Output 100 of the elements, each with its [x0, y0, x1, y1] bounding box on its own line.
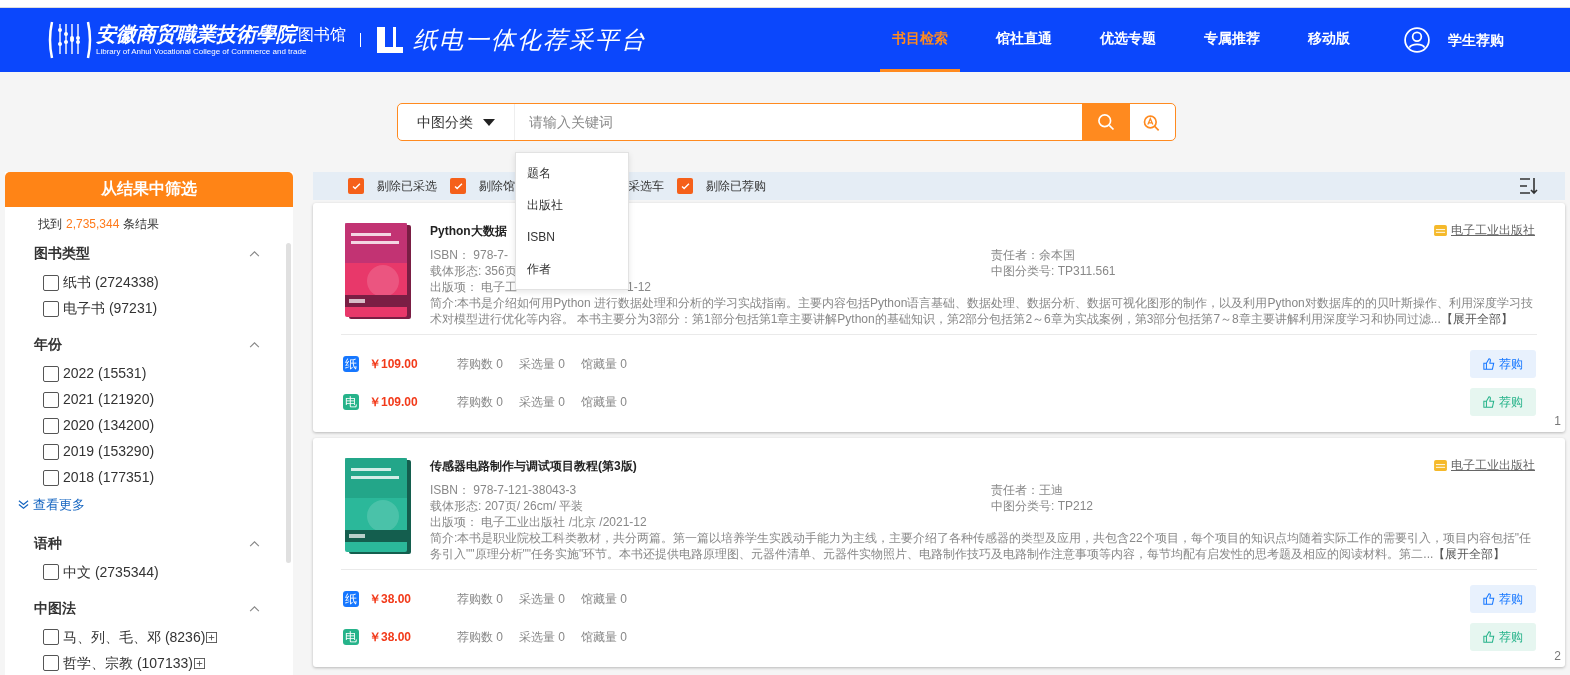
user-icon[interactable] — [1404, 27, 1430, 53]
recommend-button[interactable]: 荐购 — [1470, 585, 1536, 613]
filter-option[interactable]: 电子书 (97231) — [63, 298, 158, 319]
stat-count: 馆藏量 0 — [581, 356, 628, 373]
college-english-name: Library of Anhul Vocational College of Commerce and trade — [96, 46, 308, 58]
double-chevron-icon — [18, 498, 29, 510]
expand-plus-icon[interactable] — [193, 657, 205, 669]
menu-item[interactable]: 作者 — [516, 253, 628, 285]
nav-tab[interactable]: 优选专题 — [1088, 8, 1168, 72]
stat-count: 馆藏量 0 — [581, 591, 628, 608]
store-icon — [1434, 459, 1447, 471]
menu-item[interactable]: 出版社 — [516, 189, 628, 221]
checkbox[interactable] — [450, 178, 466, 194]
checkbox[interactable] — [43, 274, 59, 291]
checkbox[interactable] — [348, 178, 364, 194]
menu-item[interactable]: ISBN — [516, 221, 628, 253]
stat-count: 采选量 0 — [519, 394, 566, 411]
checkbox[interactable] — [43, 655, 59, 671]
price: ￥109.00 — [369, 394, 419, 411]
filter-toggle-label[interactable]: 剔除已荐购 — [706, 177, 766, 195]
filter-section-title: 图书类型 — [34, 244, 90, 263]
filter-section-title: 中图法 — [34, 598, 76, 618]
book-detail: 中图分类号: TP311.561 — [991, 263, 1117, 279]
book-detail: 1-12 — [627, 279, 652, 295]
edition-badge: 纸 — [343, 591, 359, 607]
filter-option[interactable]: 2021 (121920) — [63, 389, 155, 410]
filter-option[interactable]: 2022 (15531) — [63, 363, 147, 384]
publisher-link[interactable]: 电子工业出版社 — [1434, 456, 1535, 474]
book-title[interactable]: Python大数据 — [430, 223, 507, 239]
filter-option[interactable]: 2018 (177351) — [63, 467, 155, 488]
chevron-up-icon[interactable] — [249, 250, 260, 257]
check-icon — [452, 180, 464, 192]
publisher-link[interactable]: 电子工业出版社 — [1434, 221, 1535, 239]
filter-option[interactable]: 哲学、宗教 (107133) — [63, 652, 193, 674]
book-detail: 责任者：王迪 — [991, 482, 1064, 498]
filter-panel-header: 从结果中筛选 — [5, 172, 293, 207]
edition-badge: 纸 — [343, 356, 359, 372]
search-field[interactable]: 请输入关键词 — [514, 104, 1082, 140]
price: ￥109.00 — [369, 356, 419, 373]
expand-all-link[interactable]: 【展开全部】 — [1433, 547, 1506, 561]
category-select[interactable]: 中图分类 — [397, 104, 515, 140]
stat-count: 荐购数 0 — [457, 591, 503, 608]
filter-section-title: 年份 — [34, 335, 62, 354]
stat-count: 荐购数 0 — [457, 356, 503, 373]
nav-tab[interactable]: 专属推荐 — [1192, 8, 1272, 72]
checkbox[interactable] — [43, 365, 59, 382]
book-detail: ISBN： 978-7- — [430, 247, 509, 263]
book-detail: 出版项： 电子工 — [430, 279, 519, 295]
caret-icon — [482, 118, 495, 126]
expand-plus-icon[interactable] — [206, 631, 218, 643]
checkbox[interactable] — [43, 300, 59, 317]
nav-tab[interactable]: 移动版 — [1296, 8, 1362, 72]
filter-toggle-label[interactable]: 剔除已采选 — [377, 177, 437, 195]
sort-icon[interactable] — [1519, 177, 1539, 195]
checkbox[interactable] — [43, 391, 59, 408]
result-index: 1 — [1554, 413, 1561, 430]
checkbox[interactable] — [43, 629, 59, 645]
stat-count: 荐购数 0 — [457, 629, 503, 646]
book-title[interactable]: 传感器电路制作与调试项目教程(第3版) — [430, 458, 637, 474]
filter-option[interactable]: 2020 (134200) — [63, 415, 155, 436]
chevron-up-icon[interactable] — [249, 539, 260, 547]
checkbox[interactable] — [43, 443, 59, 460]
checkbox[interactable] — [43, 469, 59, 486]
show-more-link[interactable]: 查看更多 — [18, 494, 260, 514]
price: ￥38.00 — [369, 629, 413, 646]
filter-toggle-label[interactable]: 采选车 — [628, 177, 664, 195]
edition-badge: 电 — [343, 394, 359, 410]
platform-logo-icon — [375, 25, 405, 55]
chevron-up-icon[interactable] — [249, 604, 260, 612]
nav-tab[interactable]: 馆社直通 — [984, 8, 1064, 72]
user-link[interactable]: 学生荐购 — [1448, 29, 1504, 51]
book-detail: ISBN： 978-7-121-38043-3 — [430, 482, 577, 498]
thumbs-up-icon — [1483, 396, 1495, 408]
stat-count: 采选量 0 — [519, 356, 566, 373]
book-summary: 简介:本书是职业院校工科类教材，共分两篇。第一篇以培养学生实践动手能力为主线，主要介绍了各种传感器的类型及应用，共包含22个项目，每个项目的知识点均随着实际工作的需要引入，项目内容包括"任务引入""原理分析""任务实施"环节。本书还提供电路原理图、元器件清单、元器件实物照片、电路制作技巧及电路制作注意事项等内容，每节均配有启发性的思考题及相应的阅读材料。第二...【展开全部】 — [430, 530, 1532, 562]
filter-option[interactable]: 2019 (153290) — [63, 441, 155, 462]
book-detail: 载体形态: 207页/ 26cm/ 平装 — [430, 498, 584, 514]
filter-section-title: 语种 — [34, 533, 62, 553]
checkbox[interactable] — [677, 178, 693, 194]
checkbox[interactable] — [43, 417, 59, 434]
chevron-up-icon[interactable] — [249, 341, 260, 348]
platform-title: 纸电一体化荐采平台 — [413, 25, 647, 56]
book-detail: 中图分类号: TP212 — [991, 498, 1095, 514]
result-count: 2,735,344 — [66, 215, 120, 233]
filter-option[interactable]: 中文 (2735344) — [63, 561, 159, 583]
filter-toggle-label[interactable]: 剔除馆 — [479, 177, 515, 195]
check-icon — [350, 180, 362, 192]
recommend-button[interactable]: 荐购 — [1470, 350, 1536, 378]
thumbs-up-icon — [1483, 593, 1495, 605]
menu-item[interactable]: 题名 — [516, 157, 628, 189]
expand-all-link[interactable]: 【展开全部】 — [1440, 312, 1513, 326]
filter-option[interactable]: 马、列、毛、邓 (8236) — [63, 626, 206, 648]
filter-option[interactable]: 纸书 (2724338) — [63, 272, 159, 293]
stat-count: 采选量 0 — [519, 629, 566, 646]
checkbox[interactable] — [43, 564, 59, 580]
library-label: 图书馆 — [298, 26, 346, 43]
search-bar[interactable]: 中图分类 请输入关键词 — [396, 103, 1176, 141]
scrollbar[interactable] — [286, 242, 291, 563]
stat-count: 采选量 0 — [519, 591, 566, 608]
stat-count: 馆藏量 0 — [581, 394, 628, 411]
